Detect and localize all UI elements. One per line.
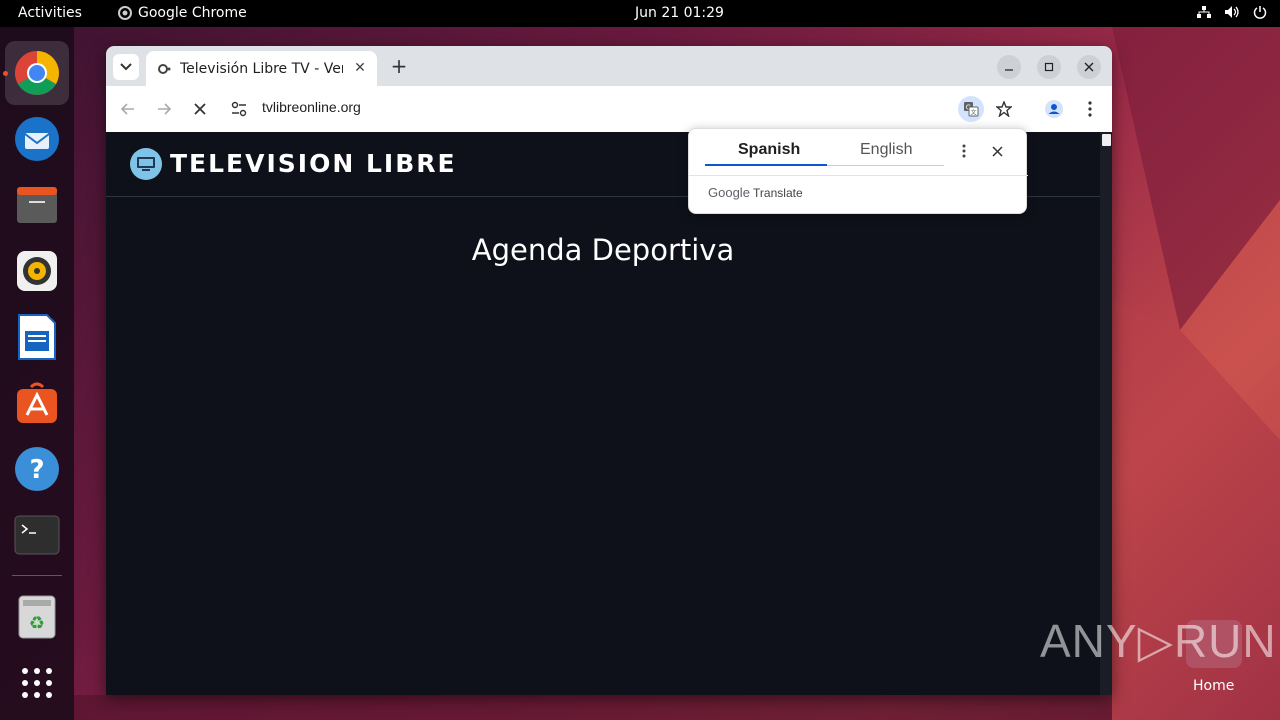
- dock-files[interactable]: [5, 173, 69, 237]
- address-bar[interactable]: tvlibreonline.org: [224, 92, 1054, 126]
- activities-button[interactable]: Activities: [18, 5, 82, 21]
- svg-text:?: ?: [29, 455, 44, 485]
- svg-text:文: 文: [970, 109, 976, 117]
- profile-button[interactable]: [1042, 97, 1066, 121]
- arrow-left-icon: [120, 103, 134, 115]
- tab-strip: Televisión Libre TV - Ver ✕ +: [106, 46, 1112, 86]
- dock-separator: [12, 575, 62, 576]
- translate-wordmark: Translate: [753, 186, 803, 200]
- arrow-right-icon: [158, 103, 172, 115]
- url-text[interactable]: tvlibreonline.org: [262, 99, 361, 115]
- page-heading: Agenda Deportiva: [471, 233, 735, 267]
- dock-app-grid[interactable]: [5, 651, 69, 715]
- kebab-menu-icon: [1088, 101, 1092, 117]
- new-tab-button[interactable]: +: [388, 54, 410, 78]
- power-icon[interactable]: [1252, 4, 1268, 20]
- stop-loading-button[interactable]: [188, 97, 212, 121]
- clock[interactable]: Jun 21 01:29: [635, 5, 724, 21]
- tab-title: Televisión Libre TV - Ver: [180, 60, 343, 77]
- trash-icon: ♻: [18, 595, 56, 639]
- anyrun-watermark: ANY▷RUN: [1040, 615, 1277, 667]
- minimize-button[interactable]: [997, 55, 1021, 79]
- tab-baseline: [827, 165, 944, 166]
- app-grid-icon: [22, 668, 52, 698]
- chrome-menu-button[interactable]: [1078, 97, 1102, 121]
- scrollbar-thumb[interactable]: [1102, 134, 1111, 146]
- dock-terminal[interactable]: [5, 503, 69, 567]
- dock-rhythmbox[interactable]: [5, 239, 69, 303]
- browser-toolbar: tvlibreonline.org G 文: [106, 86, 1112, 132]
- back-button[interactable]: [116, 97, 140, 121]
- dock-writer[interactable]: [5, 305, 69, 369]
- chevron-down-icon: [120, 63, 132, 71]
- network-icon[interactable]: [1196, 4, 1212, 20]
- tab-close-icon[interactable]: ✕: [351, 59, 369, 77]
- forward-button[interactable]: [152, 97, 176, 121]
- loading-favicon-icon: [158, 63, 171, 74]
- site-info-icon[interactable]: [230, 100, 248, 118]
- dock-app-center[interactable]: [5, 371, 69, 435]
- tab-search-button[interactable]: [113, 54, 139, 80]
- profile-icon: [1045, 100, 1063, 118]
- system-tray[interactable]: [1196, 4, 1268, 20]
- dock-chrome[interactable]: [5, 41, 69, 105]
- close-icon: [1084, 62, 1094, 72]
- translate-popup: Spanish English Google Translate: [688, 128, 1028, 214]
- star-icon: [996, 101, 1012, 117]
- minimize-icon: [1005, 69, 1013, 71]
- dock-trash[interactable]: ♻: [5, 585, 69, 649]
- svg-text:♻: ♻: [29, 613, 45, 634]
- terminal-icon: [14, 515, 60, 555]
- translate-options-button[interactable]: [954, 141, 974, 161]
- site-name[interactable]: TELEVISION LIBRE: [170, 149, 457, 178]
- page-scrollbar[interactable]: [1100, 132, 1112, 695]
- google-translate-brand: Google Translate: [708, 185, 803, 200]
- source-language-tab[interactable]: Spanish: [738, 141, 800, 159]
- dock-thunderbird[interactable]: [5, 107, 69, 171]
- writer-icon: [18, 314, 56, 360]
- running-indicator: [3, 71, 8, 76]
- home-folder-label[interactable]: Home: [1193, 678, 1234, 694]
- maximize-button[interactable]: [1037, 55, 1061, 79]
- close-window-button[interactable]: [1077, 55, 1101, 79]
- tv-logo-icon[interactable]: [130, 148, 162, 180]
- web-page: TELEVISION LIBRE Agenda Deportiva: [106, 132, 1100, 695]
- app-menu[interactable]: Google Chrome: [118, 5, 247, 21]
- help-icon: ?: [15, 447, 59, 491]
- thunderbird-icon: [15, 117, 59, 161]
- dock: ? ♻: [0, 27, 74, 720]
- browser-tab[interactable]: Televisión Libre TV - Ver ✕: [146, 51, 377, 86]
- close-icon: [991, 145, 1003, 157]
- translate-icon: G 文: [964, 102, 979, 117]
- kebab-menu-icon: [962, 144, 966, 158]
- popup-divider: [689, 175, 1028, 176]
- top-bar: Activities Google Chrome Jun 21 01:29: [0, 0, 1280, 27]
- translate-button[interactable]: G 文: [958, 96, 984, 122]
- app-menu-label: Google Chrome: [138, 5, 247, 21]
- chrome-small-icon: [118, 6, 132, 20]
- google-wordmark: Google: [708, 185, 750, 200]
- rhythmbox-icon: [17, 251, 57, 291]
- translate-close-button[interactable]: [987, 141, 1007, 161]
- chrome-icon: [15, 51, 59, 95]
- stop-icon: [194, 103, 206, 115]
- files-icon: [17, 187, 57, 223]
- maximize-icon: [1044, 62, 1054, 72]
- active-tab-indicator: [705, 164, 827, 166]
- app-center-icon: [17, 382, 57, 423]
- dock-help[interactable]: ?: [5, 437, 69, 501]
- bookmark-button[interactable]: [992, 97, 1016, 121]
- target-language-tab[interactable]: English: [860, 141, 912, 159]
- volume-icon[interactable]: [1224, 4, 1240, 20]
